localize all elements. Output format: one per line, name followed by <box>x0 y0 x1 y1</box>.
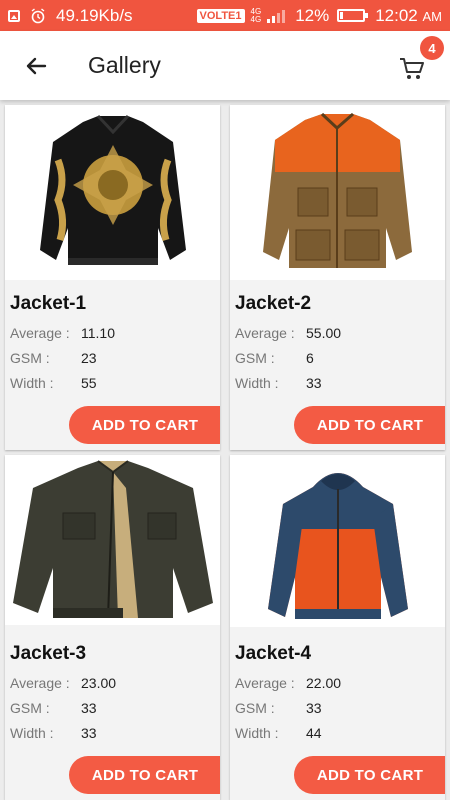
back-button[interactable] <box>18 48 54 84</box>
cart-icon <box>400 58 424 79</box>
add-to-cart-button[interactable]: ADD TO CART <box>69 756 220 794</box>
add-to-cart-button[interactable]: ADD TO CART <box>294 756 445 794</box>
alarm-icon <box>31 7 45 23</box>
average-row: Average :23.00 <box>10 675 117 691</box>
product-name: Jacket-1 <box>10 293 87 314</box>
product-name: Jacket-4 <box>235 643 312 664</box>
product-card[interactable]: Jacket-2 Average :55.00 GSM :6 Width :33… <box>230 105 445 450</box>
gsm-row: GSM :6 <box>235 350 314 366</box>
gsm-row: GSM :33 <box>10 700 97 716</box>
product-card[interactable]: Jacket-3 Average :23.00 GSM :33 Width :3… <box>5 455 220 800</box>
arrow-left-icon <box>26 57 47 74</box>
dark-green-field-jacket-icon <box>12 459 213 618</box>
signal-icon <box>267 9 286 23</box>
status-bar: 49.19Kb/s VOLTE1 4G 4G 12% 12:02 AM <box>0 0 450 31</box>
cart-count-badge: 4 <box>420 36 444 60</box>
network-speed: 49.19Kb/s <box>56 5 133 25</box>
average-row: Average :22.00 <box>235 675 342 691</box>
width-row: Width :55 <box>10 375 97 391</box>
clock: 12:02 AM <box>375 5 442 25</box>
orange-navy-rain-jacket-icon <box>267 472 408 619</box>
product-card[interactable]: Jacket-4 Average :22.00 GSM :33 Width :4… <box>230 455 445 800</box>
width-row: Width :33 <box>235 375 322 391</box>
product-name: Jacket-3 <box>10 643 87 664</box>
product-card[interactable]: Jacket-1 Average :11.10 GSM :23 Width :5… <box>5 105 220 450</box>
gsm-row: GSM :23 <box>10 350 97 366</box>
average-row: Average :11.10 <box>10 325 115 341</box>
product-image <box>230 455 445 627</box>
add-to-cart-button[interactable]: ADD TO CART <box>294 406 445 444</box>
average-row: Average :55.00 <box>235 325 342 341</box>
width-row: Width :44 <box>235 725 322 741</box>
product-image <box>230 105 445 280</box>
page-title: Gallery <box>88 52 161 78</box>
battery-icon <box>337 9 369 22</box>
volte-indicator: VOLTE1 <box>196 8 245 23</box>
network-type: 4G 4G <box>250 6 262 24</box>
gallery-notification-icon <box>8 9 20 22</box>
gsm-row: GSM :33 <box>235 700 322 716</box>
add-to-cart-button[interactable]: ADD TO CART <box>69 406 220 444</box>
black-gold-bomber-jacket-icon <box>39 114 186 265</box>
brown-orange-hunting-jacket-icon <box>263 112 412 268</box>
app-bar: Gallery 4 <box>0 31 450 100</box>
product-image <box>5 105 220 280</box>
battery-percent: 12% <box>295 5 330 25</box>
width-row: Width :33 <box>10 725 97 741</box>
product-name: Jacket-2 <box>235 293 312 314</box>
product-image <box>5 455 220 625</box>
